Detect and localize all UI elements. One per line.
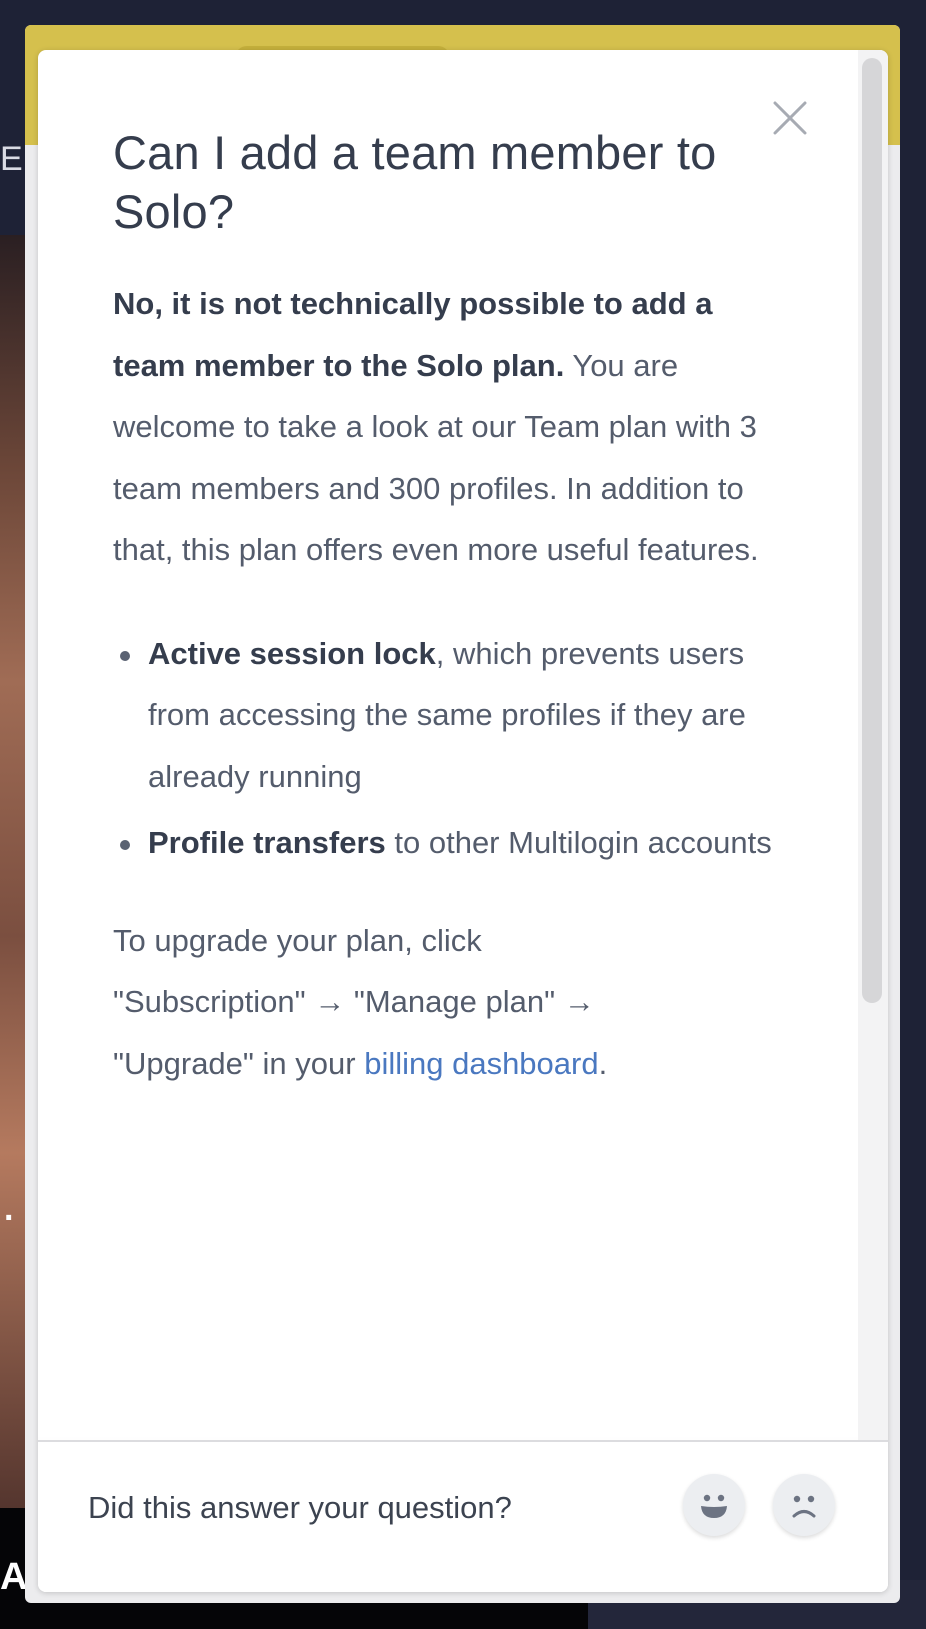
article-scroll-area[interactable]: Can I add a team member to Solo? No, it …	[38, 50, 858, 1440]
feedback-footer: Did this answer your question?	[38, 1440, 888, 1592]
upgrade-paragraph: To upgrade your plan, click "Subscriptio…	[113, 910, 633, 1095]
list-item: Profile transfers to other Multilogin ac…	[120, 812, 793, 874]
upgrade-end: .	[598, 1045, 608, 1081]
feature-list: Active session lock, which prevents user…	[113, 623, 793, 874]
sad-face-icon	[792, 1495, 816, 1518]
intro-paragraph: No, it is not technically possible to ad…	[113, 273, 793, 581]
background-text-bottom: A	[0, 1556, 28, 1598]
feature-description: to other Multilogin accounts	[385, 825, 772, 860]
article-title: Can I add a team member to Solo?	[113, 126, 717, 238]
feedback-question: Did this answer your question?	[88, 1490, 512, 1525]
background-text-mid: .	[4, 1190, 14, 1228]
billing-dashboard-link[interactable]: billing dashboard	[364, 1046, 598, 1081]
article-content: Can I add a team member to Solo? No, it …	[113, 123, 793, 1094]
happy-reaction-button[interactable]	[683, 1474, 745, 1536]
feature-name: Profile transfers	[148, 825, 386, 860]
list-item: Active session lock, which prevents user…	[120, 623, 793, 808]
scrollbar-thumb[interactable]	[862, 58, 882, 1003]
article-card: Can I add a team member to Solo? No, it …	[38, 50, 888, 1592]
feature-name: Active session lock	[148, 635, 436, 671]
sad-reaction-button[interactable]	[773, 1474, 835, 1536]
happy-face-icon	[701, 1494, 727, 1518]
